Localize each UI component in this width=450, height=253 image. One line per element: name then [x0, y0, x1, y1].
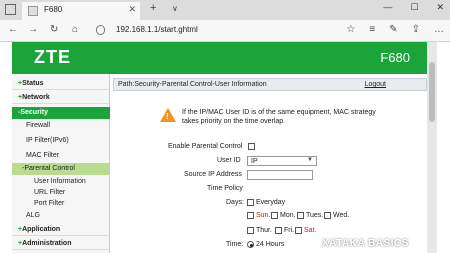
router-header: ZTE F680 [12, 42, 432, 74]
user-id-label: User ID [217, 157, 241, 164]
thur-label: Thur. [256, 227, 272, 234]
sidebar-nav: +Status +Network -Security Firewall IP F… [12, 74, 110, 253]
source-ip-input[interactable] [247, 170, 313, 180]
sidebar-item-application[interactable]: +Application [12, 224, 110, 236]
breadcrumb: Path:Security-Parental Control-User Info… [113, 78, 427, 91]
everyday-checkbox[interactable] [247, 199, 254, 206]
window-close-icon[interactable]: ✕ [436, 2, 444, 13]
sat-checkbox[interactable] [295, 227, 302, 234]
mon-checkbox[interactable] [271, 212, 278, 219]
time-label: Time: [226, 241, 244, 248]
minimize-icon[interactable]: — [383, 2, 392, 13]
annotate-icon[interactable]: ✎ [389, 24, 397, 35]
enable-parental-control-label: Enable Parental Control [168, 143, 243, 150]
sidebar-item-status[interactable]: +Status [12, 78, 110, 90]
browser-tab-active[interactable]: F680 ✕ [22, 2, 140, 20]
enable-parental-control-checkbox[interactable] [248, 143, 255, 150]
tab-list-dropdown-icon[interactable]: ∨ [172, 4, 178, 13]
address-toolbar: ← → ↻ ⌂ 192.168.1.1/start.ghtml ☆ ≡ ✎ ⇪ … [0, 20, 450, 42]
everyday-label: Everyday [256, 199, 286, 206]
browser-tools: ☆ ≡ ✎ ⇪ … [346, 24, 444, 35]
back-icon[interactable]: ← [8, 24, 18, 35]
sidebar-item-network[interactable]: +Network [12, 92, 110, 104]
page-scrollbar[interactable] [427, 42, 437, 253]
sidebar-item-parental-control[interactable]: -Parental Control [12, 163, 110, 175]
warning-message: If the IP/MAC User ID is of the same equ… [182, 109, 376, 125]
fri-label: Fri. [284, 227, 295, 234]
model-name: F680 [380, 50, 410, 65]
tues-label: Tues. [306, 212, 324, 219]
site-info-icon[interactable] [96, 25, 105, 35]
sidebar-item-ip-filter[interactable]: IP Filter(IPv6) [12, 135, 110, 147]
chevron-down-icon: ▼ [307, 157, 313, 163]
sidebar-item-alg[interactable]: ALG [12, 210, 110, 222]
sun-label: Sun. [256, 212, 271, 219]
sidebar-item-port-filter[interactable]: Port Filter [12, 198, 110, 210]
url-text: 192.168.1.1/start.ghtml [116, 25, 198, 34]
breadcrumb-text: Path:Security-Parental Control-User Info… [118, 81, 267, 88]
thur-checkbox[interactable] [247, 227, 254, 234]
user-id-value: IP [251, 158, 258, 165]
sidebar-item-firewall[interactable]: Firewall [12, 120, 110, 132]
time-24-hours-label: 24 Hours [256, 241, 285, 248]
home-icon[interactable]: ⌂ [72, 24, 78, 35]
warning-icon-mark: ! [166, 112, 169, 121]
radio-selected-dot [250, 244, 253, 247]
time-24-hours-radio[interactable] [247, 241, 254, 248]
browser-tab-bar: F680 ✕ + ∨ — ☐ ✕ [0, 0, 450, 20]
window-controls: — ☐ ✕ [383, 2, 444, 13]
tab-close-icon[interactable]: ✕ [128, 4, 136, 15]
zte-logo: ZTE [34, 47, 71, 67]
time-policy-label: Time Policy [207, 185, 243, 192]
favicon-icon [28, 6, 38, 16]
tab-actions-icon[interactable] [5, 4, 16, 15]
url-input[interactable]: 192.168.1.1/start.ghtml [96, 24, 340, 38]
days-label: Days: [226, 199, 244, 206]
wed-checkbox[interactable] [324, 212, 331, 219]
sat-label: Sat. [304, 227, 317, 234]
mon-label: Mon. [280, 212, 296, 219]
sidebar-item-administration[interactable]: +Administration [12, 238, 110, 250]
share-icon[interactable]: ⇪ [412, 24, 420, 35]
watermark: XATAKA BASICS [322, 238, 409, 249]
forward-icon[interactable]: → [28, 24, 38, 35]
more-icon[interactable]: … [434, 24, 444, 35]
reload-icon[interactable]: ↻ [50, 24, 58, 35]
tab-title: F680 [44, 5, 63, 14]
reading-list-icon[interactable]: ≡ [369, 24, 375, 35]
new-tab-icon[interactable]: + [150, 2, 156, 14]
fri-checkbox[interactable] [275, 227, 282, 234]
sun-checkbox[interactable] [247, 212, 254, 219]
favorite-icon[interactable]: ☆ [346, 24, 355, 35]
tues-checkbox[interactable] [297, 212, 304, 219]
wed-label: Wed. [333, 212, 350, 219]
scrollbar-thumb[interactable] [429, 62, 435, 122]
maximize-icon[interactable]: ☐ [410, 2, 418, 13]
logout-link[interactable]: Logout [365, 81, 386, 88]
user-id-select[interactable]: IP ▼ [247, 156, 317, 166]
source-ip-label: Source IP Address [184, 171, 242, 178]
sidebar-item-security[interactable]: -Security [12, 107, 110, 119]
sidebar-item-mac-filter[interactable]: MAC Filter [12, 150, 110, 162]
